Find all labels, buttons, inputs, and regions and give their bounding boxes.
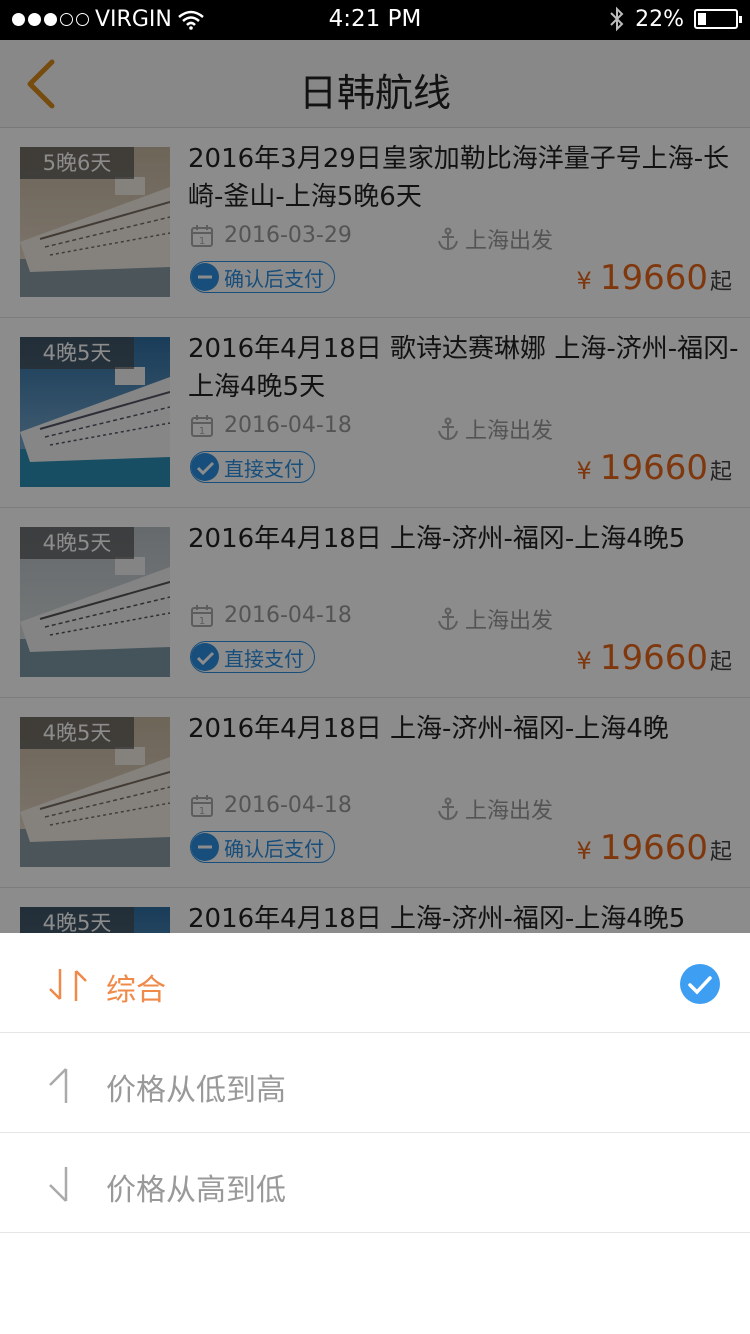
sort-option-label: 价格从高到低: [106, 1173, 286, 1208]
sort-option[interactable]: 价格从低到高: [0, 1033, 750, 1133]
sort-option-label: 综合: [106, 973, 166, 1008]
arrow-up-icon: [49, 1068, 68, 1103]
check-circle-icon: [680, 964, 720, 1004]
arrow-down-icon: [49, 1167, 68, 1202]
sort-sheet: 综合 价格从低到高 价格从高到低: [0, 933, 750, 1334]
status-right: 22%: [609, 6, 742, 32]
sort-option[interactable]: 价格从高到低: [0, 1133, 750, 1233]
sort-option-label: 价格从低到高: [106, 1073, 286, 1108]
battery-percent: 22%: [635, 6, 684, 32]
status-bar: VIRGIN 4:21 PM 22%: [0, 0, 750, 40]
modal-overlay[interactable]: [0, 40, 750, 933]
sort-both-icon: [49, 969, 87, 1001]
battery-icon: [694, 9, 742, 29]
sort-option[interactable]: 综合: [0, 933, 750, 1033]
bluetooth-icon: [610, 6, 624, 32]
